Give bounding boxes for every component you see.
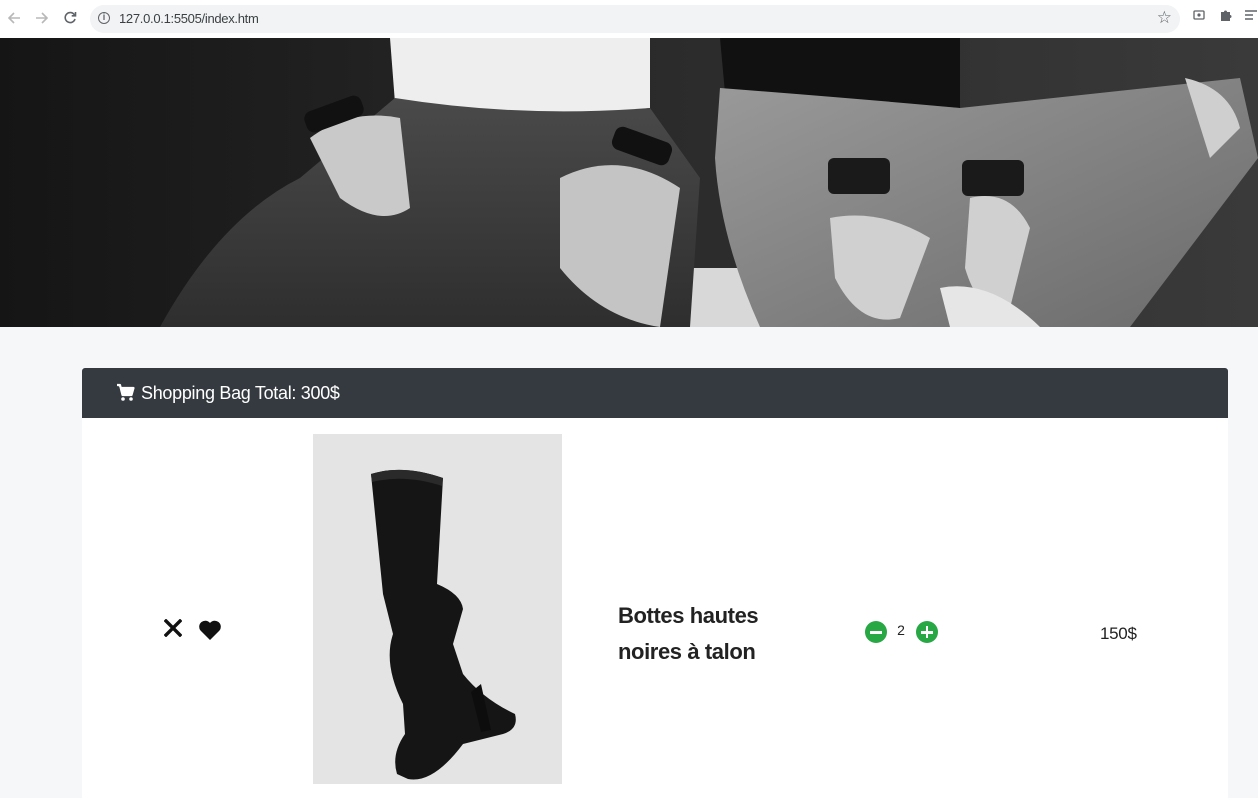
- browser-toolbar: i 127.0.0.1:5505/index.htm ☆: [0, 0, 1258, 39]
- remove-item-button[interactable]: [163, 618, 183, 638]
- bag-total-title: Shopping Bag Total: 300$: [141, 383, 340, 403]
- hero-image: [0, 38, 1258, 327]
- back-button[interactable]: [4, 8, 24, 28]
- product-name-line-2: noires à talon: [618, 639, 756, 664]
- decrease-quantity-button[interactable]: [865, 621, 887, 643]
- address-bar[interactable]: i 127.0.0.1:5505/index.htm ☆: [90, 5, 1180, 33]
- puzzle-icon[interactable]: [1219, 8, 1233, 25]
- reload-button[interactable]: [60, 8, 80, 28]
- reload-icon: [64, 11, 77, 24]
- arrow-right-icon: [36, 12, 49, 24]
- url-text[interactable]: 127.0.0.1:5505/index.htm: [119, 11, 259, 26]
- media-icon[interactable]: [1192, 8, 1206, 25]
- shopping-bag-card: Shopping Bag Total: 300$: [82, 368, 1228, 798]
- item-price: 150$: [1100, 624, 1137, 643]
- increase-quantity-button[interactable]: [916, 621, 938, 643]
- close-icon: [163, 618, 183, 638]
- arrow-left-icon: [7, 12, 20, 24]
- favorite-button[interactable]: [198, 619, 222, 641]
- hero-banner: [0, 38, 1258, 327]
- shopping-cart-icon: [116, 383, 135, 407]
- reading-list-icon[interactable]: [1244, 8, 1258, 25]
- forward-button[interactable]: [32, 8, 52, 28]
- product-name[interactable]: Bottes hautes noires à talon: [618, 598, 818, 670]
- star-icon[interactable]: ☆: [1157, 8, 1172, 28]
- info-icon[interactable]: i: [98, 12, 110, 24]
- shopping-bag-header: Shopping Bag Total: 300$: [82, 368, 1228, 418]
- heart-icon: [199, 620, 221, 640]
- product-name-line-1: Bottes hautes: [618, 603, 759, 628]
- product-image: [313, 434, 562, 784]
- quantity-value: 2: [897, 622, 905, 638]
